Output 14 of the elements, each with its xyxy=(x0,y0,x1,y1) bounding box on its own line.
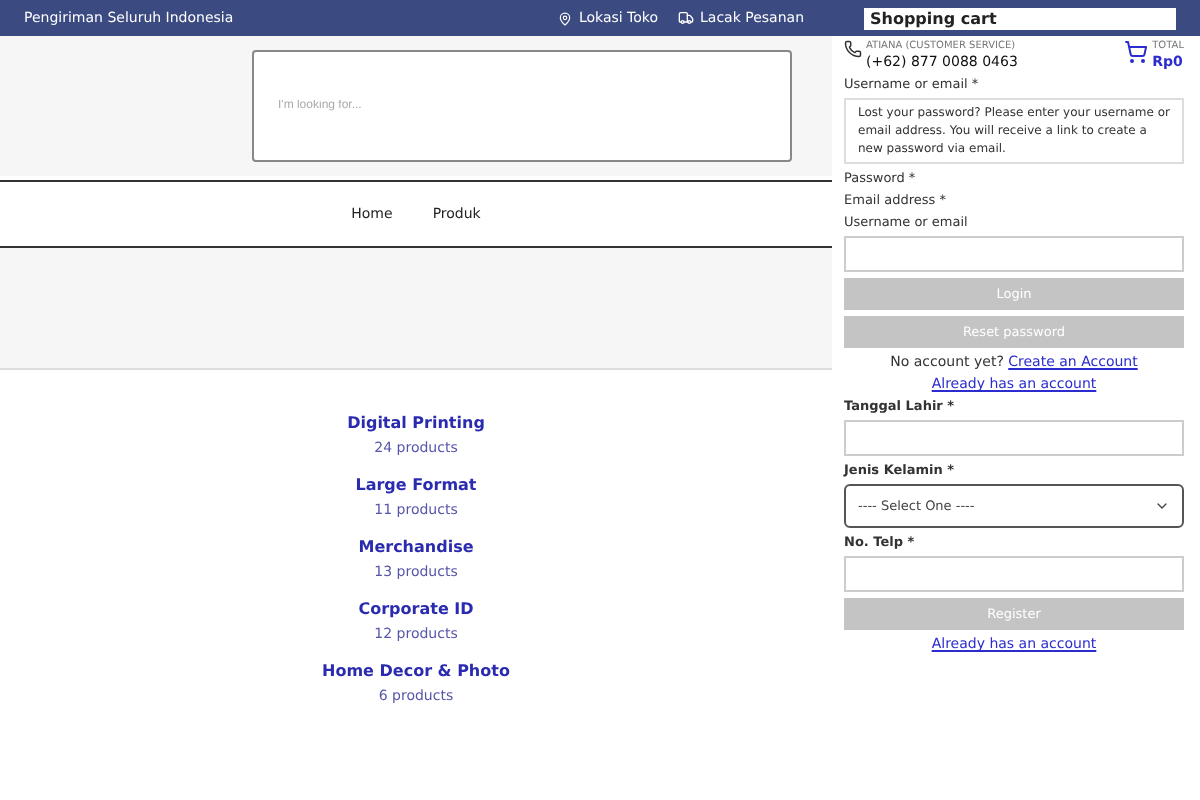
cart-icon[interactable] xyxy=(1124,40,1149,64)
map-pin-icon xyxy=(558,11,573,25)
category-link[interactable]: Digital Printing xyxy=(347,414,485,432)
category-link[interactable]: Corporate ID xyxy=(358,600,474,618)
input-field[interactable] xyxy=(844,556,1184,592)
category-link[interactable]: Large Format xyxy=(355,476,477,494)
phone-icon xyxy=(844,40,862,58)
truck-icon xyxy=(678,10,695,26)
input-field[interactable] xyxy=(844,420,1184,456)
category-link[interactable]: Merchandise xyxy=(358,538,474,556)
cart-title: Shopping cart xyxy=(864,7,1176,29)
category-link[interactable]: Home Decor & Photo xyxy=(322,662,510,680)
chevron-down-icon xyxy=(1154,498,1170,514)
username-field[interactable] xyxy=(844,236,1184,272)
